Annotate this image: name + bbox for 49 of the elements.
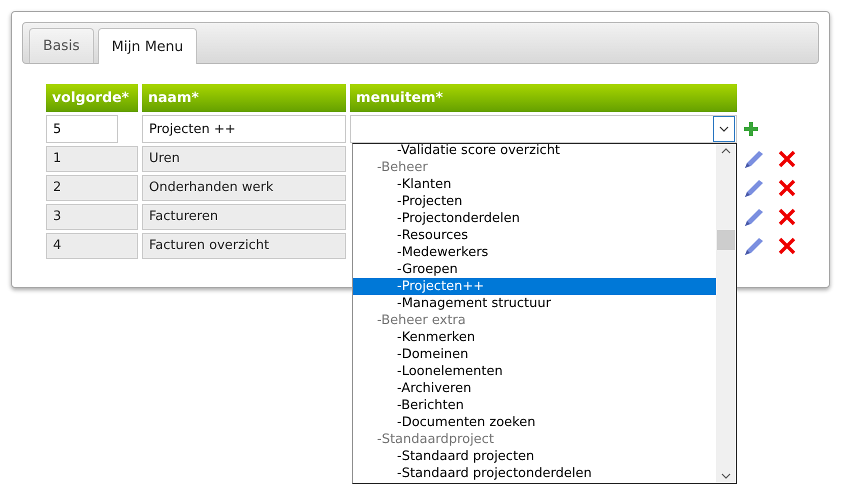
option-group-label: -Standaardproject [376, 431, 495, 448]
dropdown-option[interactable]: -Projecten++ [353, 278, 716, 295]
dropdown-option[interactable]: -Klanten [353, 176, 716, 193]
naam-input[interactable]: Projecten ++ [142, 115, 346, 143]
scrollbar[interactable] [716, 144, 736, 483]
dropdown-option[interactable]: -Standaard projecten [353, 448, 716, 465]
table-cell: 3 [46, 204, 138, 230]
table-cell: Factureren [142, 204, 346, 230]
column-header: volgorde* [46, 84, 138, 112]
volgorde-input[interactable]: 5 [46, 115, 118, 143]
pencil-icon[interactable] [743, 178, 765, 198]
scroll-down-icon[interactable] [721, 473, 731, 479]
column-header: menuitem* [350, 84, 737, 112]
dropdown-option[interactable]: -Resources [353, 227, 716, 244]
caret-icon [719, 126, 729, 132]
scroll-up-icon[interactable] [721, 148, 731, 154]
dropdown-option[interactable]: -Archiveren [353, 380, 716, 397]
dropdown-option[interactable]: -Projectonderdelen [353, 210, 716, 227]
dropdown-option[interactable]: -Berichten [353, 397, 716, 414]
dropdown-option[interactable]: -Kenmerken [353, 329, 716, 346]
tab[interactable]: Basis [29, 28, 94, 63]
table-cell: Facturen overzicht [142, 233, 346, 259]
pencil-icon[interactable] [743, 236, 765, 256]
table-cell: 1 [46, 146, 138, 172]
add-icon[interactable] [743, 121, 759, 137]
table-cell: 2 [46, 175, 138, 201]
delete-icon[interactable] [777, 236, 797, 256]
dropdown-option[interactable]: -Management structuur [353, 295, 716, 312]
table-cell: Uren [142, 146, 346, 172]
delete-icon[interactable] [777, 149, 797, 169]
dropdown-option[interactable]: -Groepen [353, 261, 716, 278]
option-group-label: -Beheer [376, 159, 429, 176]
dropdown-option[interactable]: -Domeinen [353, 346, 716, 363]
table-cell: 4 [46, 233, 138, 259]
dropdown-option[interactable]: -Medewerkers [353, 244, 716, 261]
option-group-label: -Beheer extra [376, 312, 467, 329]
dropdown-option[interactable]: -Documenten zoeken [353, 414, 716, 431]
delete-icon[interactable] [777, 207, 797, 227]
delete-icon[interactable] [777, 178, 797, 198]
pencil-icon[interactable] [743, 207, 765, 227]
table-cell: Onderhanden werk [142, 175, 346, 201]
scroll-thumb[interactable] [717, 230, 735, 250]
dropdown-option[interactable]: -Loonelementen [353, 363, 716, 380]
tab[interactable]: Mijn Menu [98, 28, 198, 64]
dropdown-option[interactable]: -Validatie score overzicht [353, 144, 716, 159]
dropdown-option[interactable]: -Standaard projectonderdelen [353, 465, 716, 482]
column-header: naam* [142, 84, 346, 112]
dropdown-option[interactable]: -Projecten [353, 193, 716, 210]
pencil-icon[interactable] [743, 149, 765, 169]
